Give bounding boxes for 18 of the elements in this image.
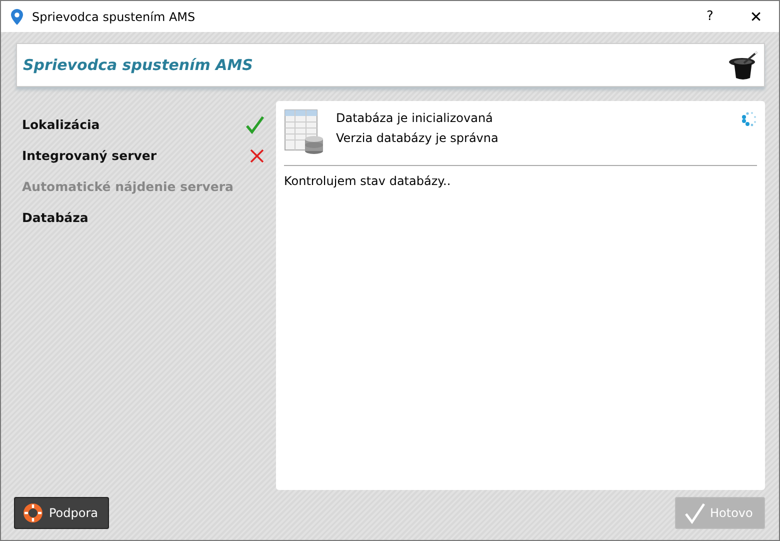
- window-title: Sprievodca spustením AMS: [32, 10, 196, 24]
- support-button[interactable]: Podpora: [14, 497, 109, 529]
- location-pin-icon: [11, 8, 23, 24]
- step-label: Databáza: [22, 210, 88, 225]
- status-message: Verzia databázy je správna: [336, 131, 500, 145]
- magic-hat-icon: [728, 50, 758, 80]
- help-button[interactable]: ?: [687, 1, 733, 32]
- log-text: Kontrolujem stav databázy..: [284, 174, 452, 188]
- step-label: Integrovaný server: [22, 148, 157, 163]
- step-label: Automatické nájdenie servera: [22, 179, 234, 194]
- status-message: Databáza je inicializovaná: [336, 111, 494, 125]
- loading-spinner-icon: [741, 111, 757, 127]
- check-icon: [684, 502, 706, 524]
- step-label: Lokalizácia: [22, 117, 100, 132]
- lifebuoy-icon: [23, 503, 43, 523]
- close-button[interactable]: ✕: [733, 1, 779, 32]
- header-title: Sprievodca spustením AMS: [23, 56, 253, 74]
- database-table-icon: [284, 109, 324, 155]
